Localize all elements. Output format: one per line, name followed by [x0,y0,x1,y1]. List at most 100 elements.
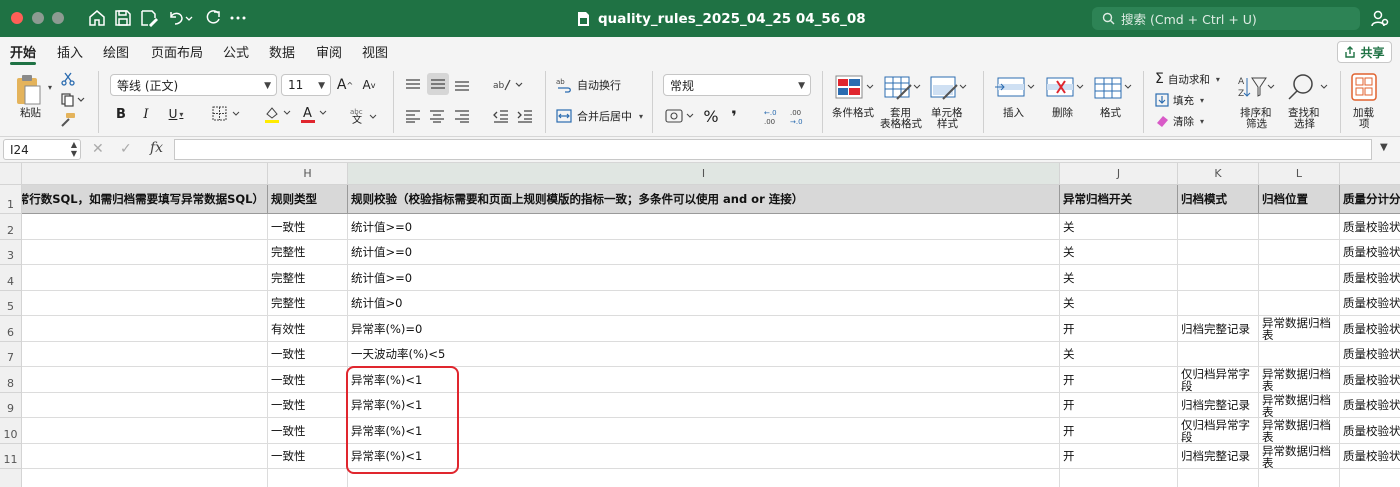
add-ins-button[interactable] [1350,72,1378,102]
table-cell-j[interactable]: 开 [1060,393,1178,418]
name-box-stepper-icon[interactable]: ▲ ▼ [71,140,77,158]
share-button[interactable]: 共享 [1337,41,1392,63]
underline-icon[interactable]: U ▾ [162,105,190,123]
table-cell-h[interactable] [268,469,348,487]
table-cell-j[interactable]: 关 [1060,214,1178,240]
tab-data[interactable]: 数据 [269,42,295,61]
font-color-icon[interactable]: A [298,105,330,123]
insert-cells-button[interactable] [993,73,1037,103]
paste-button[interactable] [12,71,44,107]
table-cell-h[interactable]: 完整性 [268,265,348,291]
autosum-button[interactable]: Σ 自动求和 ▾ [1155,70,1225,88]
name-box[interactable]: I24 ▲ ▼ [3,139,81,160]
undo-icon[interactable] [166,8,186,28]
table-cell-j[interactable]: 关 [1060,240,1178,265]
row-header[interactable]: 5 [0,291,22,316]
table-cell-j[interactable]: 开 [1060,316,1178,342]
conditional-formatting-button[interactable] [833,73,877,103]
table-cell-h[interactable]: 一致性 [268,367,348,393]
format-cells-button[interactable] [1090,73,1134,103]
table-cell-h[interactable]: 一致性 [268,214,348,240]
table-cell-k[interactable]: 归档完整记录 [1178,316,1259,342]
formula-input[interactable] [174,139,1372,160]
table-cell-j[interactable]: 开 [1060,444,1178,469]
header-cell-l[interactable]: 归档位置 [1259,185,1340,214]
row-header[interactable]: 1 [0,185,22,214]
table-cell-m[interactable]: 质量校验状 [1340,393,1400,418]
table-cell-l[interactable]: 异常数据归档表 [1259,418,1340,444]
tab-home[interactable]: 开始 [10,42,36,61]
column-header-h[interactable]: H [268,163,348,185]
column-header-l[interactable]: L [1259,163,1340,185]
delete-cells-button[interactable] [1042,73,1086,103]
table-cell-g[interactable] [22,367,268,393]
column-header-i[interactable]: I [348,163,1060,185]
table-cell-g[interactable] [22,316,268,342]
table-cell-j[interactable] [1060,469,1178,487]
number-format-select[interactable]: 常规 ▼ [663,74,811,96]
column-header-k[interactable]: K [1178,163,1259,185]
table-cell-m[interactable]: 质量校验状 [1340,316,1400,342]
table-cell-g[interactable] [22,214,268,240]
italic-icon[interactable]: I [138,105,154,123]
table-cell-i[interactable]: 异常率(%)<1 [348,418,1060,444]
table-cell-j[interactable]: 开 [1060,418,1178,444]
row-header[interactable]: 8 [0,367,22,393]
table-cell-h[interactable]: 一致性 [268,444,348,469]
table-cell-l[interactable] [1259,469,1340,487]
more-options-icon[interactable] [228,8,248,28]
bold-icon[interactable]: B [113,105,129,123]
fill-color-icon[interactable] [262,105,294,123]
table-cell-m[interactable]: 质量校验状 [1340,444,1400,469]
table-cell-l[interactable]: 异常数据归档表 [1259,393,1340,418]
row-header[interactable]: 10 [0,418,22,444]
table-cell-k[interactable] [1178,342,1259,367]
decrease-decimal-icon[interactable]: .00 →.0 [790,105,810,127]
table-cell-m[interactable]: 质量校验状 [1340,214,1400,240]
align-top-icon[interactable] [403,75,423,95]
table-cell-i[interactable]: 异常率(%)<1 [348,393,1060,418]
column-header-m-partial[interactable] [1340,163,1400,185]
tab-draw[interactable]: 绘图 [103,42,129,61]
table-cell-l[interactable] [1259,214,1340,240]
table-cell-m[interactable]: 质量校验状 [1340,367,1400,393]
sort-filter-button[interactable]: AZ [1236,73,1276,101]
header-cell-j[interactable]: 异常归档开关 [1060,185,1178,214]
table-cell-i[interactable]: 异常率(%)<1 [348,367,1060,393]
table-cell-g[interactable] [22,265,268,291]
clear-button[interactable]: 清除 ▾ [1155,112,1215,130]
expand-formula-bar-icon[interactable]: ▼ [1380,142,1388,153]
header-cell-m[interactable]: 质量分计分 [1340,185,1400,214]
row-header[interactable] [0,469,22,487]
accounting-format-icon[interactable] [664,107,698,125]
table-cell-i[interactable]: 统计值>0 [348,291,1060,316]
row-header[interactable]: 9 [0,393,22,418]
table-cell-k[interactable]: 归档完整记录 [1178,393,1259,418]
table-cell-i[interactable]: 统计值>=0 [348,214,1060,240]
table-cell-l[interactable] [1259,291,1340,316]
tab-review[interactable]: 审阅 [316,42,342,61]
search-input[interactable]: 搜索 (Cmd + Ctrl + U) [1092,7,1360,30]
table-cell-h[interactable]: 完整性 [268,291,348,316]
table-cell-j[interactable]: 关 [1060,342,1178,367]
table-cell-g[interactable] [22,291,268,316]
row-header[interactable]: 2 [0,214,22,240]
font-size-select[interactable]: 11 ▼ [281,74,331,96]
table-cell-m[interactable]: 质量校验状 [1340,291,1400,316]
align-right-icon[interactable] [452,107,472,125]
redo-icon[interactable] [203,8,223,28]
comma-style-icon[interactable]: ❜ [728,105,740,127]
table-cell-i[interactable]: 统计值>=0 [348,240,1060,265]
table-cell-l[interactable] [1259,342,1340,367]
tab-page-layout[interactable]: 页面布局 [151,42,203,61]
cut-icon[interactable] [60,71,76,87]
table-cell-g[interactable] [22,393,268,418]
row-header[interactable]: 6 [0,316,22,342]
table-cell-l[interactable]: 异常数据归档表 [1259,367,1340,393]
align-center-icon[interactable] [427,107,447,125]
fill-button[interactable]: 填充 ▾ [1155,91,1215,109]
table-cell-i[interactable] [348,469,1060,487]
column-header-j[interactable]: J [1060,163,1178,185]
table-cell-h[interactable]: 一致性 [268,418,348,444]
cancel-edit-icon[interactable]: ✕ [92,141,104,157]
